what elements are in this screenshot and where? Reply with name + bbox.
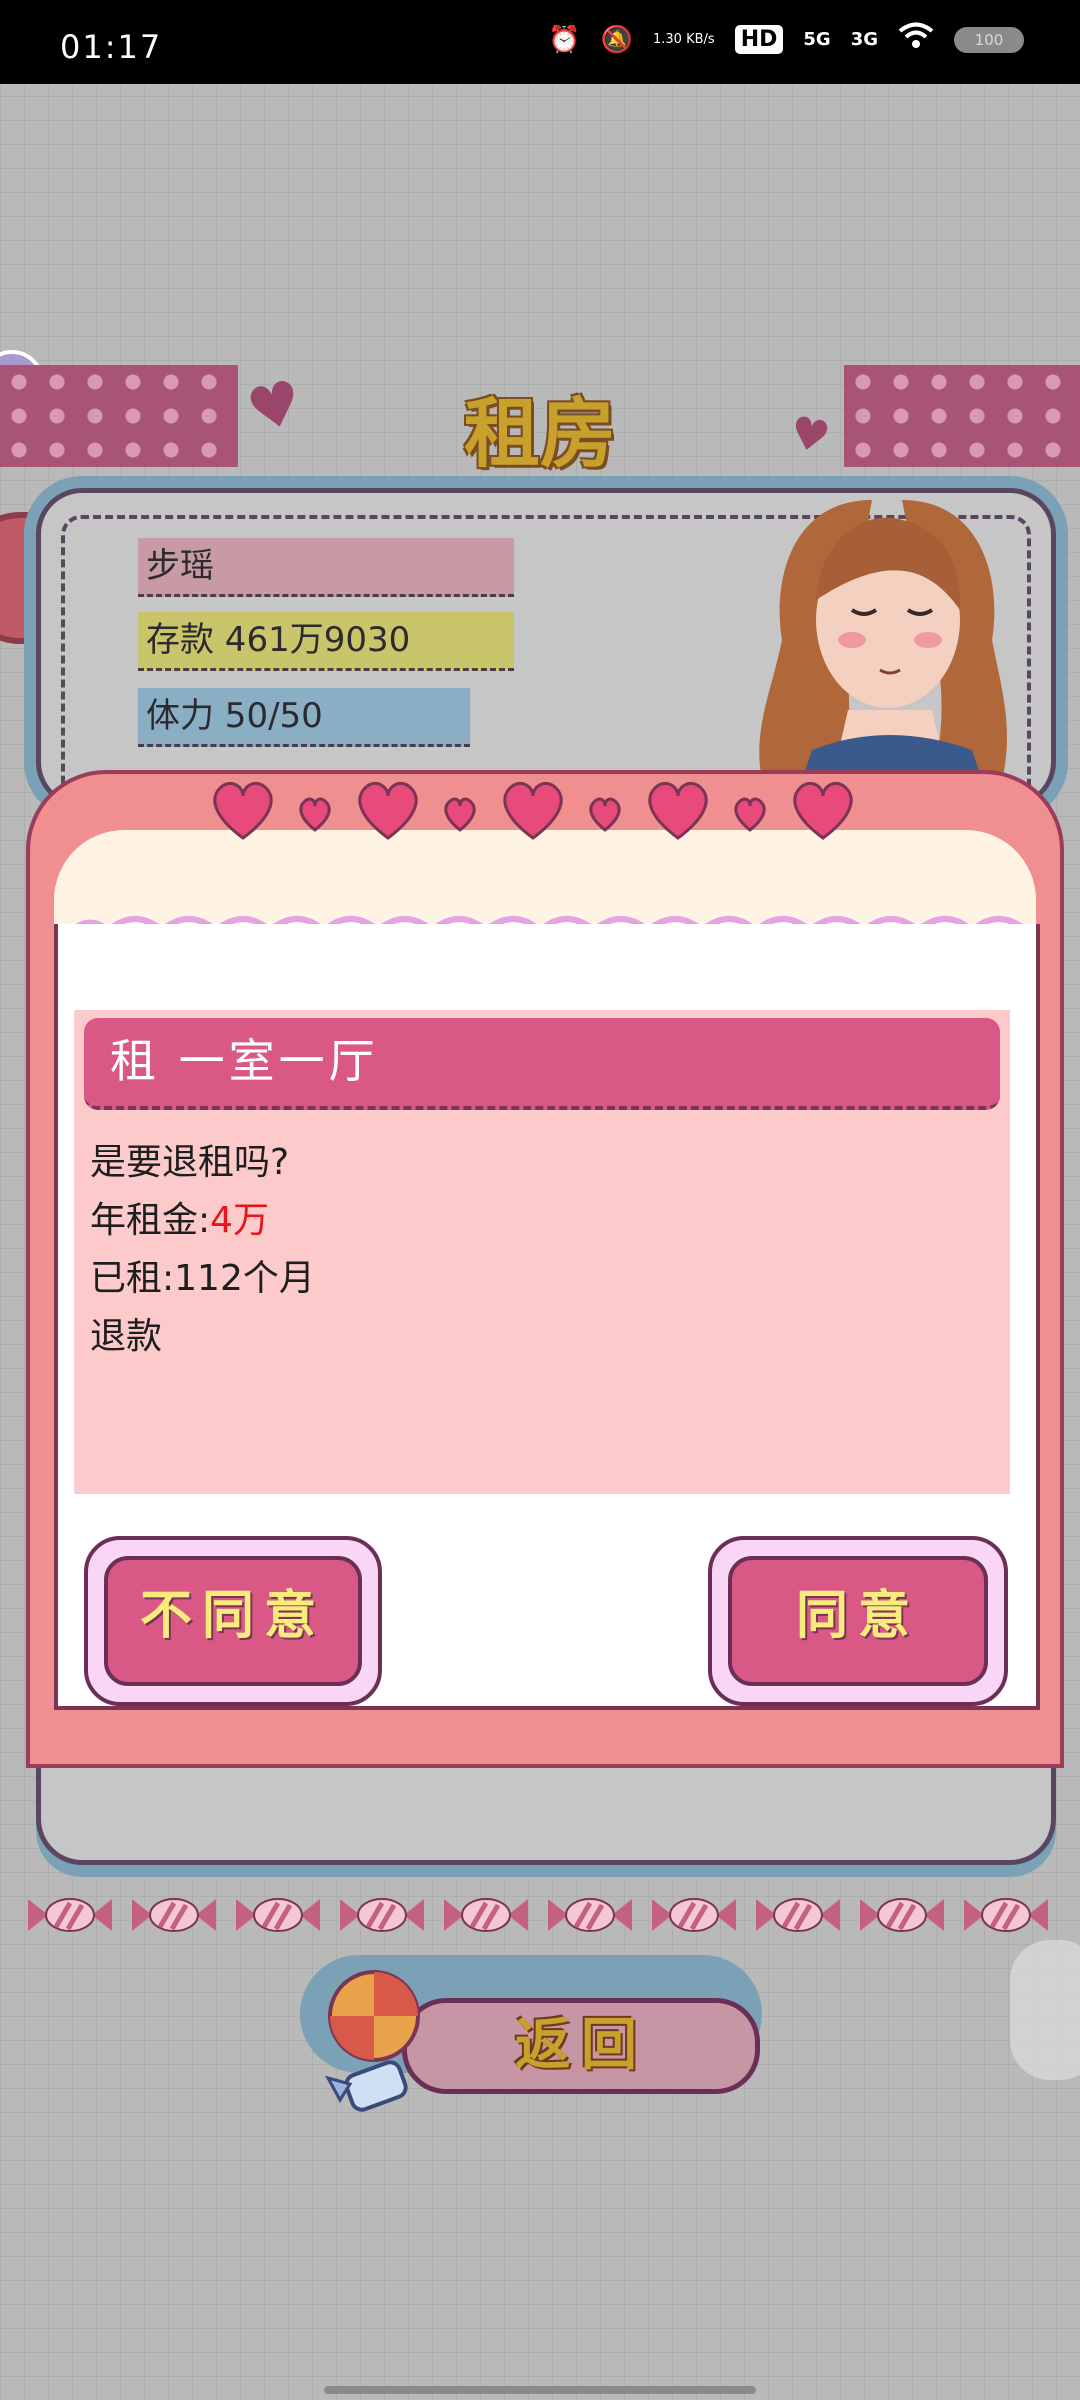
heart-icon (358, 782, 418, 840)
rented-months: 已租:112个月 (90, 1258, 315, 1299)
alarm-icon: ⏰ (548, 24, 581, 55)
candy-icon (964, 1898, 1048, 1932)
rent-value: 4万 (210, 1200, 270, 1241)
heart-icon (648, 782, 708, 840)
candy-decoration-row (26, 1895, 1050, 1935)
refund-label: 退款 (90, 1316, 163, 1357)
candy-icon (132, 1898, 216, 1932)
savings-label: 存款 461万9030 (138, 612, 514, 671)
disagree-button[interactable]: 不同意 (84, 1536, 382, 1706)
stamina-label: 体力 50/50 (138, 688, 470, 747)
status-bar: 01:17 ⏰ 🔕 1.30 KB/s HD 5G 3G 100 (0, 0, 1080, 84)
page-title: 租房 (464, 389, 616, 478)
dialog-content-panel: 租 一室一厅 是要退租吗? 年租金:4万 已租:112个月 退款 (74, 1010, 1010, 1494)
heart-icon (793, 782, 853, 840)
net-speed: 1.30 KB/s (653, 31, 715, 47)
hearts-decoration (213, 782, 853, 840)
candy-icon (756, 1898, 840, 1932)
player-name: 步瑶 (138, 538, 514, 597)
heart-icon (589, 797, 621, 832)
candy-icon (236, 1898, 320, 1932)
home-indicator[interactable] (324, 2386, 756, 2394)
mute-bell-icon: 🔕 (600, 24, 633, 55)
disagree-button-label[interactable]: 不同意 (104, 1556, 362, 1686)
heart-icon (503, 782, 563, 840)
signal-5g: 5G (803, 29, 831, 50)
character-portrait (759, 500, 1008, 780)
signal-3g: 3G (850, 29, 878, 50)
candy-icon (652, 1898, 736, 1932)
heart-icon (213, 782, 273, 840)
candy-icon (860, 1898, 944, 1932)
wifi-icon (898, 22, 934, 57)
hd-badge: HD (734, 25, 784, 54)
rent-line: 年租金:4万 (90, 1192, 315, 1250)
candy-icon (28, 1898, 112, 1932)
heart-icon (299, 797, 331, 832)
battery-indicator: 100 (954, 26, 1024, 53)
floating-assist-button[interactable] (1010, 1940, 1080, 2080)
candy-icon (548, 1898, 632, 1932)
dialog-header: 租 一室一厅 (84, 1018, 1000, 1110)
heart-icon (444, 797, 476, 832)
candy-icon (340, 1898, 424, 1932)
heart-icon (734, 797, 766, 832)
back-button[interactable]: 返回 (402, 1998, 760, 2094)
status-icons: ⏰ 🔕 1.30 KB/s HD 5G 3G 100 (548, 22, 1024, 57)
candy-icon (444, 1898, 528, 1932)
dialog-message: 是要退租吗? 年租金:4万 已租:112个月 退款 (90, 1134, 315, 1366)
agree-button-label[interactable]: 同意 (728, 1556, 988, 1686)
status-time: 01:17 (60, 28, 163, 66)
rent-label: 年租金: (90, 1200, 211, 1241)
question-line: 是要退租吗? (90, 1142, 290, 1183)
lollipop-icon (324, 1970, 420, 2112)
agree-button[interactable]: 同意 (708, 1536, 1008, 1706)
